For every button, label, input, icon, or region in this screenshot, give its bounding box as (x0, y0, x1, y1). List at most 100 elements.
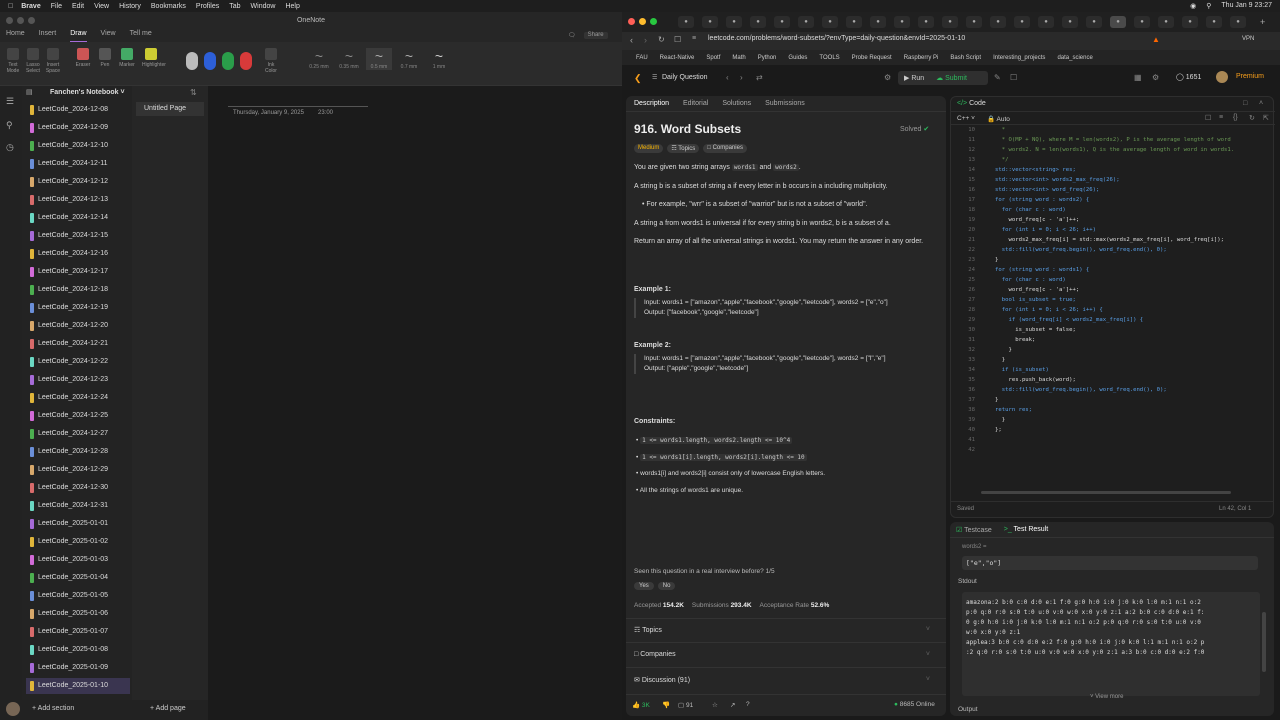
search-icon[interactable]: ⚲ (6, 120, 13, 131)
search-icon[interactable]: ⚲ (1206, 2, 1211, 10)
tab-solutions[interactable]: Solutions (722, 100, 751, 107)
submit-button[interactable]: ☁ Submit (930, 74, 973, 82)
pen-size-2[interactable]: ~0.35 mm (336, 48, 362, 70)
leetcode-logo-icon[interactable]: ❮ (634, 73, 642, 84)
coins[interactable]: ◯ 1651 (1176, 73, 1201, 81)
tab-view[interactable]: View (101, 30, 116, 42)
notes-icon[interactable]: ✎ (994, 73, 1001, 82)
section-item[interactable]: LeetCode_2024-12-09 (26, 120, 130, 136)
pen-button[interactable]: Pen (96, 48, 114, 78)
section-item[interactable]: LeetCode_2024-12-13 (26, 192, 130, 208)
avatar[interactable] (1216, 71, 1228, 83)
vpn-button[interactable]: VPN (1242, 36, 1254, 42)
browser-tab[interactable]: ● (1182, 16, 1198, 28)
section-item[interactable]: LeetCode_2024-12-28 (26, 444, 130, 460)
minimize-dot[interactable] (17, 17, 24, 24)
browser-tab[interactable]: ● (990, 16, 1006, 28)
section-item[interactable]: LeetCode_2024-12-31 (26, 498, 130, 514)
debug-icon[interactable]: ⚙ (884, 73, 891, 82)
section-item[interactable]: LeetCode_2025-01-02 (26, 534, 130, 550)
recent-icon[interactable]: ◷ (6, 142, 14, 153)
section-item[interactable]: LeetCode_2024-12-12 (26, 174, 130, 190)
browser-tab[interactable]: ● (1086, 16, 1102, 28)
avatar[interactable] (6, 702, 20, 716)
close-dot[interactable] (6, 17, 13, 24)
bookmark-icon[interactable]: ☐ (674, 35, 681, 44)
bookmark-item[interactable]: Interesting_projects (993, 55, 1045, 61)
section-item[interactable]: LeetCode_2025-01-10 (26, 678, 130, 694)
accordion-discussion[interactable]: ✉ Discussion (91) ˅ (634, 676, 930, 684)
section-item[interactable]: LeetCode_2024-12-15 (26, 228, 130, 244)
bookmark-item[interactable]: data_science (1057, 55, 1092, 61)
prev-problem-icon[interactable]: ‹ (726, 73, 729, 82)
browser-tab[interactable]: ● (1038, 16, 1054, 28)
tab-description[interactable]: Description (634, 100, 669, 107)
comment-icon[interactable]: 🗨 (568, 32, 576, 39)
fullscreen-icon[interactable]: ⇱ (1263, 114, 1269, 122)
pen-size-1[interactable]: ~0.25 mm (306, 48, 332, 70)
bookmark-item[interactable]: React-Native (660, 55, 695, 61)
menu-history[interactable]: History (119, 3, 141, 10)
code-tab[interactable]: </> Code (957, 100, 986, 107)
menu-bookmarks[interactable]: Bookmarks (151, 3, 186, 10)
sort-icon[interactable]: ⇅ (190, 88, 197, 97)
section-item[interactable]: LeetCode_2024-12-19 (26, 300, 130, 316)
browser-tab[interactable]: ● (870, 16, 886, 28)
like-button[interactable]: 👍 3K (632, 701, 650, 709)
dislike-icon[interactable]: 👎 (662, 701, 670, 709)
insert-space-button[interactable]: Insert Space (44, 48, 62, 78)
menu-edit[interactable]: Edit (72, 3, 84, 10)
yes-button[interactable]: Yes (634, 582, 654, 590)
close-dot[interactable] (628, 18, 635, 25)
url-field[interactable]: leetcode.com/problems/word-subsets/?envT… (708, 35, 965, 42)
bookmark-item[interactable]: Raspberry Pi (904, 55, 939, 61)
section-item[interactable]: LeetCode_2025-01-05 (26, 588, 130, 604)
share-icon[interactable]: ☐ (1010, 73, 1017, 82)
browser-tab[interactable]: ● (798, 16, 814, 28)
browser-tab[interactable]: ● (1134, 16, 1150, 28)
settings-icon[interactable]: ⚙ (1152, 73, 1159, 82)
browser-tab[interactable]: ● (726, 16, 742, 28)
section-item[interactable]: LeetCode_2024-12-10 (26, 138, 130, 154)
format-icon[interactable]: ≡ (1219, 114, 1223, 121)
browser-tab[interactable]: ● (1158, 16, 1174, 28)
section-item[interactable]: LeetCode_2024-12-24 (26, 390, 130, 406)
section-item[interactable]: LeetCode_2025-01-07 (26, 624, 130, 640)
menu-view[interactable]: View (94, 3, 109, 10)
browser-tab[interactable]: ● (822, 16, 838, 28)
section-item[interactable]: LeetCode_2025-01-01 (26, 516, 130, 532)
browser-tab[interactable]: ● (1230, 16, 1246, 28)
share-link-icon[interactable]: ↗ (730, 701, 735, 709)
tab-testcase[interactable]: ☑ Testcase (956, 526, 992, 534)
section-item[interactable]: LeetCode_2024-12-29 (26, 462, 130, 478)
tab-home[interactable]: Home (6, 30, 25, 42)
pen-size-3[interactable]: ~0.5 mm (366, 48, 392, 70)
zoom-dot[interactable] (650, 18, 657, 25)
browser-tab[interactable]: ● (942, 16, 958, 28)
section-item[interactable]: LeetCode_2024-12-11 (26, 156, 130, 172)
vertical-scrollbar[interactable] (1262, 612, 1266, 672)
topics-chip[interactable]: ☶ Topics (667, 144, 700, 153)
section-item[interactable]: LeetCode_2024-12-20 (26, 318, 130, 334)
share-button[interactable]: Share (583, 32, 608, 39)
bookmark-item[interactable]: Python (758, 55, 777, 61)
maximize-icon[interactable]: □ (1243, 100, 1247, 107)
auto-complete-toggle[interactable]: 🔒 Auto (987, 115, 1010, 123)
section-item[interactable]: LeetCode_2024-12-17 (26, 264, 130, 280)
note-canvas[interactable]: Thursday, January 9, 2025 23:00 (208, 86, 622, 720)
accordion-companies[interactable]: □ Companies ˅ (634, 651, 930, 658)
marker-button[interactable]: Marker (118, 48, 136, 78)
bookmark-item[interactable]: TOOLS (819, 55, 839, 61)
new-tab-icon[interactable]: + (1260, 17, 1265, 27)
language-select[interactable]: C++ ˅ (957, 115, 975, 122)
star-icon[interactable]: ☆ (712, 701, 718, 709)
zoom-dot[interactable] (28, 17, 35, 24)
shuffle-icon[interactable]: ⇄ (756, 73, 763, 82)
highlighter-button[interactable]: Highlighter (142, 48, 166, 78)
tell-me[interactable]: Tell me (130, 30, 152, 42)
browser-tab[interactable]: ● (678, 16, 694, 28)
browser-tab[interactable]: ● (846, 16, 862, 28)
browser-tab[interactable]: ● (750, 16, 766, 28)
minimize-dot[interactable] (639, 18, 646, 25)
browser-tab[interactable]: ● (774, 16, 790, 28)
